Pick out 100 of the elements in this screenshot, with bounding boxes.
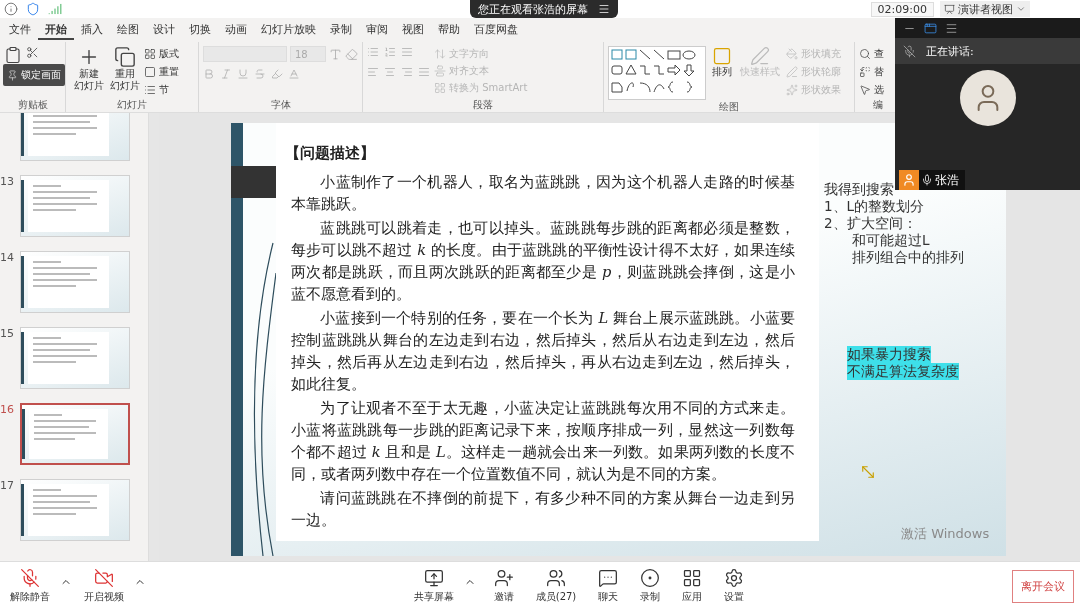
pin-icon (7, 69, 18, 81)
strikethrough-icon[interactable] (254, 68, 266, 80)
slide-number: 13 (0, 175, 15, 188)
shapes-gallery-drawing[interactable] (608, 46, 706, 100)
toolbar-button[interactable]: 开启视频 (80, 568, 128, 604)
window-icon[interactable] (924, 21, 937, 35)
align-center-icon[interactable] (384, 66, 396, 78)
person-icon (899, 170, 919, 190)
note-text: 和可能超过L (851, 232, 930, 249)
slide-accent-block (231, 166, 276, 198)
reuse-slide-icon (114, 46, 136, 68)
menu-tab[interactable]: 录制 (323, 20, 359, 40)
ribbon-button[interactable]: 重用 幻灯片 (108, 46, 142, 92)
replace-icon (859, 66, 871, 78)
leave-meeting-button[interactable]: 离开会议 (1012, 569, 1074, 603)
menu-tab[interactable]: 百度网盘 (467, 20, 525, 40)
highlighter-icon[interactable] (271, 68, 283, 80)
settings-icon (724, 568, 745, 588)
menu-icon[interactable] (945, 21, 958, 35)
info-icon[interactable] (4, 2, 18, 16)
highlighted-note: 不满足算法复杂度 (847, 363, 959, 380)
scrollbar[interactable] (148, 113, 159, 561)
toolbar-button[interactable]: 解除静音 (6, 568, 54, 604)
toolbar-button[interactable]: 共享屏幕 (409, 568, 458, 604)
ribbon-option[interactable]: 选 (859, 82, 884, 98)
search-icon (859, 48, 871, 60)
toolbar-button[interactable]: 设置 (720, 568, 749, 604)
menu-tab[interactable]: 审阅 (359, 20, 395, 40)
note-text: 我得到搜索 (824, 181, 894, 198)
record-icon (640, 568, 661, 588)
align-right-icon[interactable] (401, 66, 413, 78)
bold-icon[interactable] (203, 68, 215, 80)
group-label: 编 (872, 98, 883, 112)
users-icon (546, 568, 566, 588)
underline-icon[interactable] (237, 68, 249, 80)
toolbar-button[interactable]: 成员(27) (531, 568, 581, 604)
ribbon-option[interactable]: 节 (144, 82, 179, 98)
bullets-icon[interactable] (367, 46, 379, 58)
slide-thumbnail[interactable] (20, 403, 130, 465)
align-left-icon[interactable] (367, 66, 379, 78)
menu-tab[interactable]: 视图 (395, 20, 431, 40)
slide-number: 15 (0, 327, 15, 340)
menu-tab[interactable]: 动画 (218, 20, 254, 40)
toolbar-button[interactable]: 录制 (636, 568, 665, 604)
group-label: 绘图 (719, 100, 739, 114)
ribbon-option[interactable]: 替 (859, 64, 884, 80)
highlighted-note: 如果暴力搜索 (847, 346, 931, 363)
mic-off-icon (903, 44, 916, 58)
slide-paragraph: 蓝跳跳可以跳着走，也可以掉头。蓝跳跳每步跳的距离都必须是整数，每步可以跳不超过 k 的长度。由于蓝跳跳的平衡性设计得不太好，如果连续两次都是跳跃，而且两次跳跃的距离都至少是 p，则蓝跳跳会摔倒，这是小蓝不愿意看到的。 (291, 218, 795, 304)
signal-icon[interactable] (48, 2, 62, 16)
justify-icon[interactable] (418, 66, 430, 78)
activation-notice: 激活 Windows (901, 525, 990, 543)
numbering-icon[interactable] (384, 46, 396, 58)
section-icon (144, 84, 156, 96)
tooltip-text: 锁定画面 (21, 68, 61, 82)
presenter-view-button[interactable]: 演讲者视图 (940, 1, 1030, 17)
toolbar-button[interactable]: 应用 (678, 568, 707, 604)
slide-number: 14 (0, 251, 15, 264)
group-label: 剪贴板 (17, 98, 48, 112)
arrange-button[interactable]: 排列 (710, 46, 734, 78)
menu-tab[interactable]: 切换 (182, 20, 218, 40)
scissors-icon[interactable] (26, 46, 39, 59)
slide-paragraph: 小蓝接到一个特别的任务，要在一个长为 L 舞台上展示蓝跳跳。小蓝要控制蓝跳跳从舞台的左边走到右边，然后掉头，然后从右边走到左边，然后掉头，然后再从左边走到右边，然后掉头，再从右边走到左边，然后掉头，如此往复。 (291, 308, 795, 394)
slide-paragraph: 为了让观者不至于太无趣，小蓝决定让蓝跳跳每次用不同的方式来走。小蓝将蓝跳跳每一步跳的距离记录下来，按顺序排成一列，显然这一列数每个都不超过 k 且和是 L。这样走一趟就会出来一列数。如果两列数的长度不同，或者两列数中存在一个位置数值不同，就认为是不同的方案。 (291, 398, 795, 484)
presenter-icon (944, 3, 955, 15)
menu-tab[interactable]: 设计 (146, 20, 182, 40)
menu-tab[interactable]: 文件 (2, 20, 38, 40)
slide-paragraph: 小蓝制作了一个机器人，取名为蓝跳跳，因为这个机器人走路的时候基本靠跳跃。 (291, 172, 795, 214)
share-screen-icon (423, 568, 444, 588)
ribbon-option[interactable]: 版式 (144, 46, 179, 62)
mic-icon (921, 174, 933, 186)
resize-cursor-icon (859, 463, 877, 481)
slide-paragraph: 请问蓝跳跳在不摔倒的前提下，有多少种不同的方案从舞台一边走到另一边。 (291, 488, 795, 530)
group-label: 幻灯片 (117, 98, 147, 112)
apps-icon (682, 568, 703, 588)
menu-tab[interactable]: 绘图 (110, 20, 146, 40)
speaking-label: 正在讲话: (926, 43, 974, 59)
mic-off-icon (20, 568, 40, 588)
menu-tab[interactable]: 开始 (38, 20, 74, 40)
font-color-icon[interactable] (288, 68, 300, 80)
ribbon-option[interactable]: 重置 (144, 64, 179, 80)
menu-tab[interactable]: 插入 (74, 20, 110, 40)
note-text: 2、扩大空间： (824, 215, 917, 232)
ribbon-button[interactable]: 新建 幻灯片 (72, 46, 106, 92)
menu-tab[interactable]: 帮助 (431, 20, 467, 40)
ribbon-option[interactable]: 查 (859, 46, 884, 62)
user-plus-icon (493, 568, 514, 588)
sparkles-icon (786, 84, 798, 96)
toolbar-button[interactable]: 邀请 (489, 568, 518, 604)
clear-format-icon[interactable] (345, 47, 358, 61)
shield-icon[interactable] (26, 2, 40, 16)
group-label: 字体 (270, 98, 291, 112)
caret-icon (1016, 4, 1026, 14)
line-spacing-icon[interactable] (401, 46, 413, 58)
group-label: 段落 (473, 98, 493, 112)
toolbar-button[interactable]: 聊天 (594, 568, 623, 604)
clipboard-icon[interactable] (4, 46, 22, 64)
italic-icon[interactable] (220, 68, 232, 80)
menu-icon[interactable] (598, 3, 610, 15)
menu-tab[interactable]: 幻灯片放映 (254, 20, 323, 40)
